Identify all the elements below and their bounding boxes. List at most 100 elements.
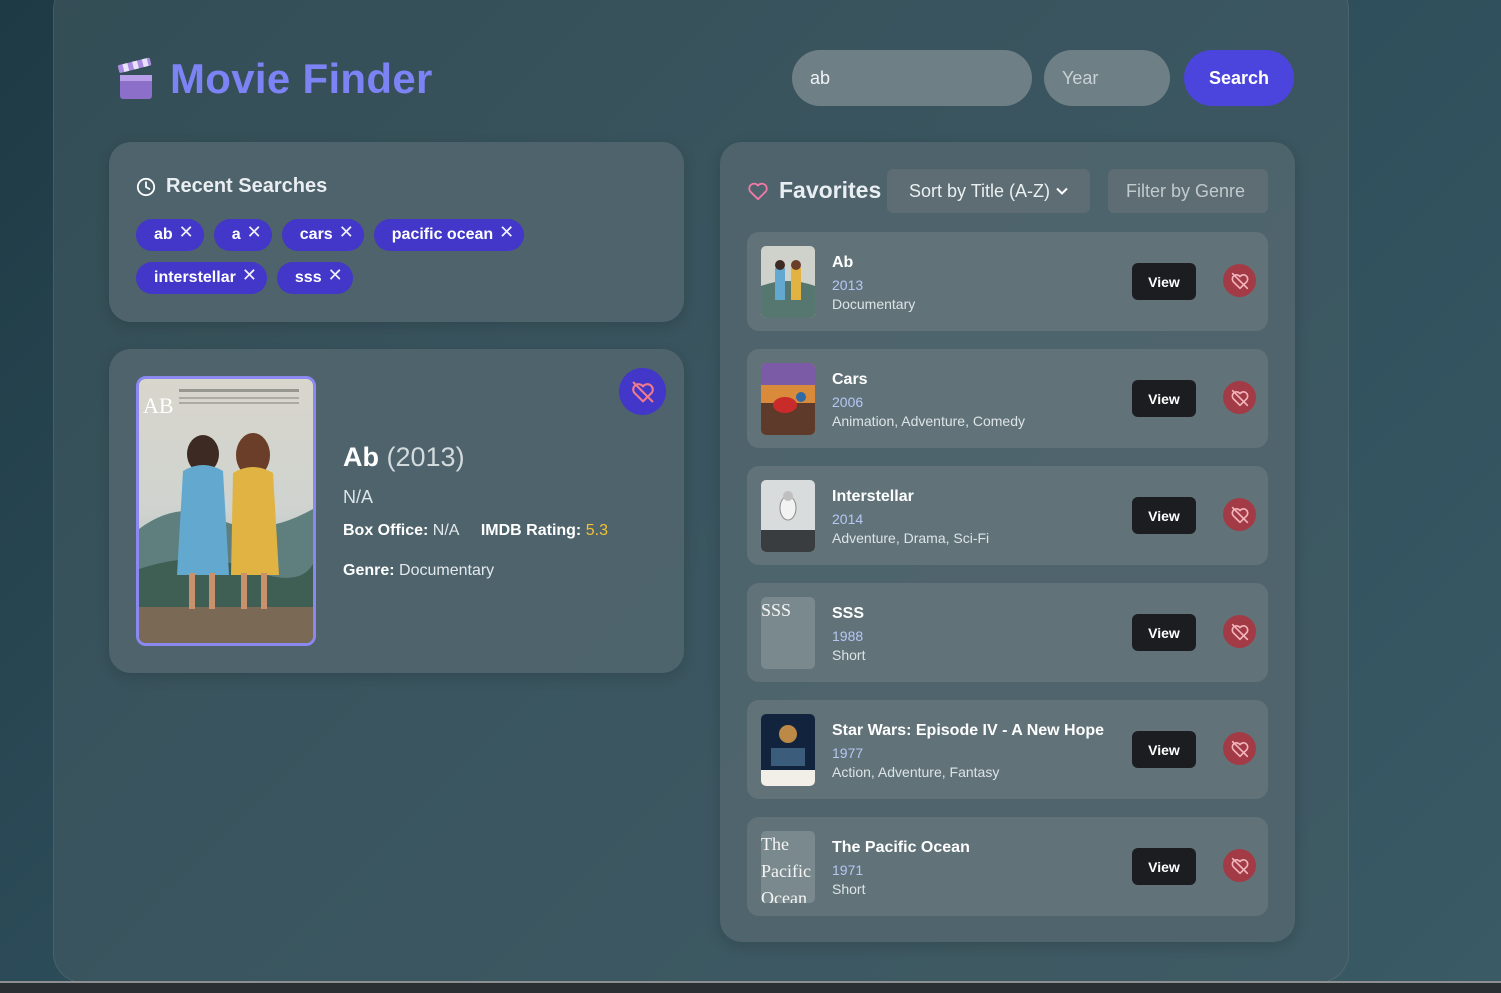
broken-image-alt: SSS xyxy=(761,600,792,620)
favorite-genre: Documentary xyxy=(832,296,916,312)
close-icon[interactable]: ✕ xyxy=(499,223,514,241)
favorite-thumbnail: The Pacific Ocean xyxy=(761,831,815,903)
brand: Movie Finder xyxy=(116,55,433,103)
heart-off-icon xyxy=(1231,506,1248,523)
genre-label: Genre: xyxy=(343,562,395,579)
unfavorite-button[interactable] xyxy=(619,368,666,415)
favorite-genre: Animation, Adventure, Comedy xyxy=(832,413,1025,429)
favorite-info: The Pacific Ocean 1971 Short xyxy=(832,839,970,897)
favorite-title: Interstellar xyxy=(832,488,914,505)
heart-off-icon xyxy=(1231,623,1248,640)
poster-image: AB xyxy=(139,379,313,643)
close-icon[interactable]: ✕ xyxy=(247,223,262,241)
close-icon[interactable]: ✕ xyxy=(179,223,194,241)
movie-rated: N/A xyxy=(343,487,374,507)
sort-select[interactable]: Sort by Title (A-Z) xyxy=(887,169,1090,213)
favorites-title: Favorites xyxy=(779,177,882,203)
favorite-item: The Pacific Ocean The Pacific Ocean 1971… xyxy=(747,817,1268,916)
recent-chip-label: a xyxy=(231,226,241,243)
recent-searches-panel: Recent Searches ab ✕ a ✕ cars ✕ pacific … xyxy=(109,142,684,322)
favorite-genre: Action, Adventure, Fantasy xyxy=(832,764,1000,780)
recent-chip-label: interstellar xyxy=(154,269,236,286)
unfavorite-button[interactable] xyxy=(1223,498,1256,531)
favorite-title: The Pacific Ocean xyxy=(832,839,970,856)
favorites-panel: Favorites Sort by Title (A-Z) Ab 2013 Do… xyxy=(720,142,1295,942)
favorite-item: Star Wars: Episode IV - A New Hope 1977 … xyxy=(747,700,1268,799)
search-input[interactable] xyxy=(792,50,1032,106)
unfavorite-button[interactable] xyxy=(1223,264,1256,297)
close-icon[interactable]: ✕ xyxy=(339,223,354,241)
movie-poster: AB xyxy=(136,376,316,646)
recent-chip[interactable]: sss ✕ xyxy=(276,262,353,294)
movie-title: Ab (2013) xyxy=(343,442,465,473)
favorite-info: Cars 2006 Animation, Adventure, Comedy xyxy=(832,371,1025,429)
app-title: Movie Finder xyxy=(170,55,433,102)
close-icon[interactable]: ✕ xyxy=(328,266,343,284)
favorite-item: Cars 2006 Animation, Adventure, Comedy V… xyxy=(747,349,1268,448)
favorite-info: Star Wars: Episode IV - A New Hope 1977 … xyxy=(832,722,1104,780)
search-button[interactable]: Search xyxy=(1184,50,1294,106)
broken-image-alt: The Pacific Ocean xyxy=(761,834,811,903)
genre-filter-input[interactable] xyxy=(1108,169,1268,213)
favorite-info: Ab 2013 Documentary xyxy=(832,254,915,312)
imdb-rating-value: 5.3 xyxy=(585,522,608,539)
favorite-genre: Adventure, Drama, Sci-Fi xyxy=(832,530,990,546)
recent-chip-label: ab xyxy=(154,226,173,243)
view-button[interactable]: View xyxy=(1132,731,1196,768)
view-button[interactable]: View xyxy=(1132,263,1196,300)
heart-off-icon xyxy=(1231,857,1248,874)
favorite-info: Interstellar 2014 Adventure, Drama, Sci-… xyxy=(832,488,989,546)
unfavorite-button[interactable] xyxy=(1223,381,1256,414)
clapperboard-icon xyxy=(117,57,152,99)
movie-detail-card: AB Ab (2013) N/A Box Office: N/A IMDB Ra… xyxy=(109,349,684,673)
genre-value: Documentary xyxy=(399,562,495,579)
movie-meta: Box Office: N/A IMDB Rating: 5.3 xyxy=(343,522,608,540)
favorites-heading: Favorites xyxy=(747,177,881,204)
favorite-title: Star Wars: Episode IV - A New Hope xyxy=(832,722,1105,739)
recent-chip-label: pacific ocean xyxy=(391,226,494,243)
view-button[interactable]: View xyxy=(1132,497,1196,534)
sort-select-value: Sort by Title (A-Z) xyxy=(909,180,1051,201)
movie-genre: Genre: Documentary xyxy=(343,562,494,580)
favorite-thumbnail xyxy=(761,246,815,318)
window-bottom-edge xyxy=(0,981,1501,993)
favorite-thumbnail xyxy=(761,363,815,435)
recent-chips: ab ✕ a ✕ cars ✕ pacific ocean ✕ interste… xyxy=(136,219,656,294)
heart-off-icon xyxy=(631,381,654,402)
favorite-thumbnail: SSS xyxy=(761,597,815,669)
poster-title-text: AB xyxy=(143,393,174,418)
unfavorite-button[interactable] xyxy=(1223,849,1256,882)
favorite-genre: Short xyxy=(832,647,866,663)
recent-chip-label: cars xyxy=(299,226,333,243)
movie-year: (2013) xyxy=(386,442,465,472)
recent-chip[interactable]: interstellar ✕ xyxy=(136,262,267,294)
box-office-value: N/A xyxy=(432,522,459,539)
recent-chip[interactable]: ab ✕ xyxy=(136,219,204,251)
favorite-thumbnail xyxy=(761,480,815,552)
view-button[interactable]: View xyxy=(1132,380,1196,417)
recent-chip[interactable]: cars ✕ xyxy=(281,219,364,251)
unfavorite-button[interactable] xyxy=(1223,615,1256,648)
app-container: Movie Finder Search Recent Searches ab ✕… xyxy=(53,0,1349,983)
close-icon[interactable]: ✕ xyxy=(242,266,257,284)
heart-icon xyxy=(748,182,768,200)
recent-searches-title: Recent Searches xyxy=(166,175,328,197)
view-button[interactable]: View xyxy=(1132,614,1196,651)
favorite-year: 2014 xyxy=(832,511,864,527)
favorite-title: SSS xyxy=(832,605,865,622)
recent-chip[interactable]: pacific ocean ✕ xyxy=(373,219,525,251)
heart-off-icon xyxy=(1231,389,1248,406)
recent-chip[interactable]: a ✕ xyxy=(213,219,272,251)
favorite-item: Interstellar 2014 Adventure, Drama, Sci-… xyxy=(747,466,1268,565)
favorite-item: SSS SSS 1988 Short View xyxy=(747,583,1268,682)
view-button[interactable]: View xyxy=(1132,848,1196,885)
imdb-label: IMDB Rating: xyxy=(480,522,582,539)
clock-icon xyxy=(136,177,156,196)
unfavorite-button[interactable] xyxy=(1223,732,1256,765)
box-office-label: Box Office: xyxy=(343,522,429,539)
year-input[interactable] xyxy=(1044,50,1170,106)
heart-off-icon xyxy=(1231,740,1248,757)
recent-searches-heading: Recent Searches xyxy=(136,175,327,198)
heart-off-icon xyxy=(1231,272,1248,289)
favorite-genre: Short xyxy=(832,881,866,897)
